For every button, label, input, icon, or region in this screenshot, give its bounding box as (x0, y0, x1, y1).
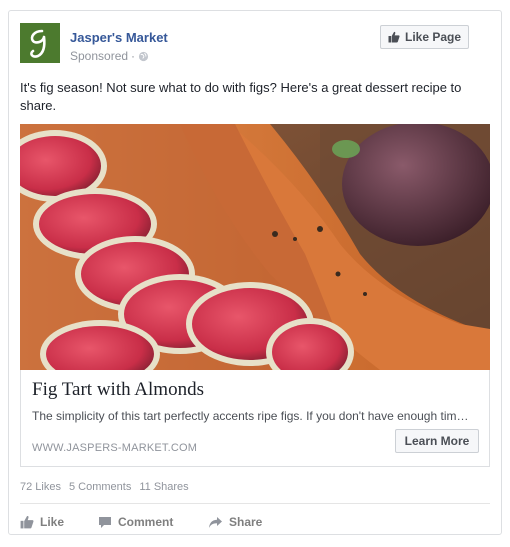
fig-tart-image[interactable] (20, 124, 490, 370)
likes-count[interactable]: 72 Likes (20, 481, 61, 493)
comment-label: Comment (118, 515, 174, 529)
share-label: Share (229, 515, 263, 529)
post-text: It's fig season! Not sure what to do wit… (20, 80, 462, 113)
share-arrow-icon (209, 516, 222, 528)
actions-divider (20, 503, 490, 504)
share-button[interactable]: Share (208, 511, 288, 533)
sponsored-label[interactable]: Sponsored (70, 49, 128, 63)
thumbs-up-icon (388, 31, 400, 43)
comments-count[interactable]: 5 Comments (69, 481, 131, 493)
shares-count[interactable]: 11 Shares (139, 481, 188, 493)
link-domain: WWW.JASPERS-MARKET.COM (32, 442, 198, 454)
like-page-button[interactable]: Like Page (380, 25, 469, 49)
like-page-label: Like Page (404, 30, 462, 44)
like-label: Like (40, 515, 65, 529)
link-preview[interactable]: Fig Tart with Almonds The simplicity of … (20, 370, 490, 467)
page-name-link[interactable]: Jasper's Market (70, 30, 168, 45)
fig-tart-photo (20, 124, 490, 370)
comment-icon (99, 516, 111, 528)
sponsored-meta: Sponsored · (70, 49, 149, 63)
link-title[interactable]: Fig Tart with Almonds (32, 379, 204, 401)
page-avatar[interactable] (20, 23, 60, 63)
comment-button[interactable]: Comment (98, 511, 208, 533)
jaspers-logo-icon (20, 23, 60, 63)
learn-more-button[interactable]: Learn More (395, 429, 479, 453)
engagement-stats: 72 Likes 5 Comments 11 Shares (20, 481, 189, 493)
meta-separator: · (131, 49, 136, 63)
link-description: The simplicity of this tart perfectly ac… (32, 409, 469, 423)
post-actions: Like Comment Share (20, 511, 288, 533)
post-header: Jasper's Market Sponsored · Like Page (20, 23, 490, 65)
globe-icon (138, 51, 149, 61)
thumbs-up-icon (20, 516, 34, 529)
like-button[interactable]: Like (20, 511, 98, 533)
sponsored-post-card: Jasper's Market Sponsored · Like Page It… (8, 10, 502, 535)
